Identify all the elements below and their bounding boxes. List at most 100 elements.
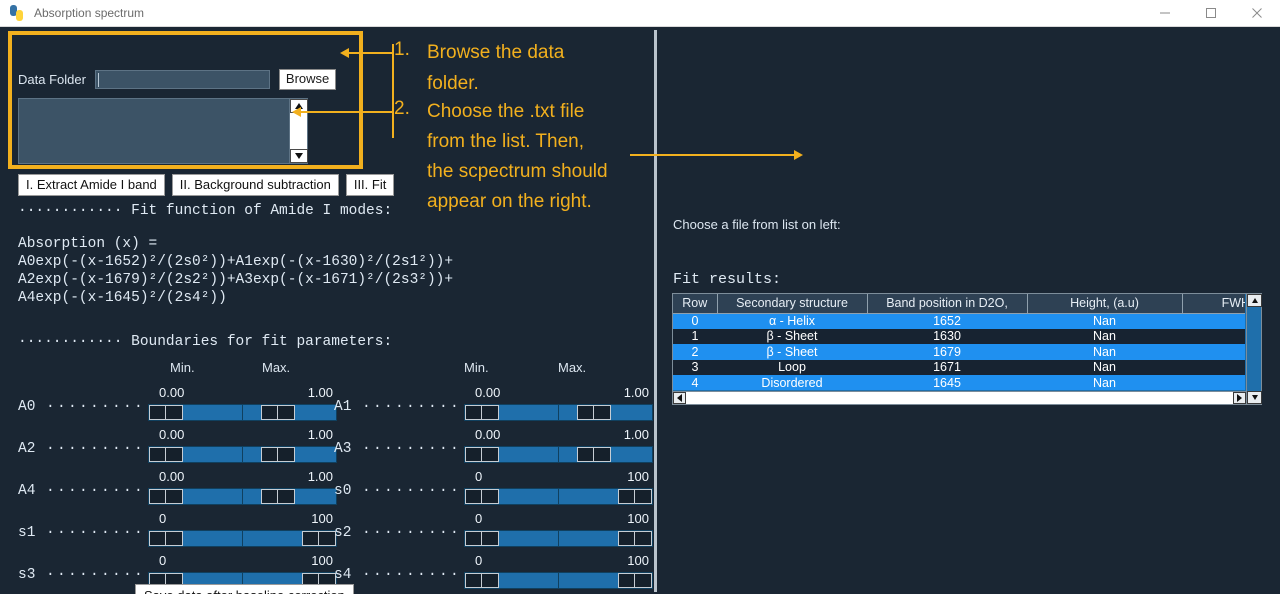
slider-handle-max-A0[interactable] [261,405,295,420]
param-label-s2: s2 [334,525,352,541]
table-cell-band-position: 1645 [867,375,1027,390]
column-header-row[interactable]: Row [673,294,718,314]
column-header-band-position[interactable]: Band position in D2O, [867,294,1028,314]
slider-handle-max-A1[interactable] [577,405,611,420]
table-vertical-scrollbar[interactable] [1246,294,1262,404]
param-label-A4: A4 [18,483,36,499]
slider-track-min-A3[interactable] [464,446,559,463]
table-scroll-right-icon[interactable] [1233,392,1246,404]
max-header-left: Max. [262,360,291,375]
table-body: 0α - Helix1652NanNan1β - Sheet1630NanNan… [673,313,1245,390]
slider-value-max-s0: 100 [627,469,649,484]
tab-fit[interactable]: III. Fit [345,174,395,196]
fit-results-heading: Fit results: [673,271,782,288]
slider-handle-min-A0[interactable] [149,405,183,420]
slider-handle-max-s2[interactable] [618,531,652,546]
slider-value-min-s1: 0 [159,511,167,526]
close-icon[interactable] [1234,0,1280,26]
right-panel: Choose a file from list on left: Fit res… [658,27,1280,594]
slider-track-max-A1[interactable] [558,404,653,421]
panel-divider [654,30,657,592]
slider-handle-min-s0[interactable] [465,489,499,504]
table-scroll-up-icon[interactable] [1247,294,1262,307]
slider-track-max-A2[interactable] [242,446,337,463]
tab-background-subtraction[interactable]: II. Background subtraction [171,174,339,196]
slider-handle-max-s1[interactable] [302,531,336,546]
data-folder-input[interactable] [94,70,270,89]
file-list[interactable] [19,99,288,163]
table-cell-row-index: 3 [673,359,717,375]
slider-handle-max-A3[interactable] [577,447,611,462]
table-row[interactable]: 0α - Helix1652NanNan [673,313,1245,329]
scroll-down-icon[interactable] [290,149,308,163]
table-scroll-down-icon[interactable] [1247,391,1262,404]
table-cell-band-position: 1679 [867,344,1027,360]
slider-handle-min-s4[interactable] [465,573,499,588]
slider-handle-min-A1[interactable] [465,405,499,420]
slider-track-max-s0[interactable] [558,488,653,505]
slider-track-min-A4[interactable] [148,488,243,505]
table-row[interactable]: 2β - Sheet1679NanNan [673,344,1245,360]
slider-handle-max-A4[interactable] [261,489,295,504]
slider-handle-min-s1[interactable] [149,531,183,546]
tab-extract-amide-i-band[interactable]: I. Extract Amide I band [18,174,165,196]
table-cell-fwhm: Nan [1182,375,1245,390]
window-controls [1142,0,1280,26]
slider-track-max-s4[interactable] [558,572,653,589]
column-header-secondary-structure[interactable]: Secondary structure [717,294,868,314]
param-label-A2: A2 [18,441,36,457]
column-header-height[interactable]: Height, (a.u) [1027,294,1183,314]
slider-track-max-A3[interactable] [558,446,653,463]
slider-value-min-A2: 0.00 [159,427,185,442]
slider-handle-max-s0[interactable] [618,489,652,504]
slider-handle-min-s2[interactable] [465,531,499,546]
table-cell-row-index: 0 [673,313,717,329]
file-list-scrollbar[interactable] [289,99,308,163]
slider-track-min-s0[interactable] [464,488,559,505]
table-cell-secondary-structure: α - Helix [717,313,867,329]
slider-track-min-s2[interactable] [464,530,559,547]
slider-track-min-A2[interactable] [148,446,243,463]
slider-track-max-A4[interactable] [242,488,337,505]
slider-track-min-s1[interactable] [148,530,243,547]
table-cell-fwhm: Nan [1182,344,1245,360]
table-cell-height: Nan [1027,359,1182,375]
python-logo-icon [9,5,25,21]
table-row[interactable]: 4Disordered1645NanNan [673,375,1245,390]
slider-track-max-A0[interactable] [242,404,337,421]
table-row[interactable]: 3Loop1671NanNan [673,359,1245,375]
boundaries-heading: ············ Boundaries for fit paramete… [18,334,393,350]
table-cell-band-position: 1630 [867,328,1027,344]
table-row[interactable]: 1β - Sheet1630NanNan [673,328,1245,344]
column-header-fwhm[interactable]: FWHM, cm-¹ [1182,294,1245,314]
min-header-left: Min. [170,360,195,375]
scroll-up-icon[interactable] [290,99,308,113]
table-cell-row-index: 4 [673,375,717,390]
slider-track-min-A0[interactable] [148,404,243,421]
maximize-icon[interactable] [1188,0,1234,26]
table-horizontal-scrollbar[interactable] [673,391,1246,404]
save-data-button[interactable]: Save data after baseline correction [135,584,354,594]
table-scroll-left-icon[interactable] [673,392,686,404]
fit-function-heading: ············ Fit function of Amide I mod… [18,203,393,219]
table-cell-row-index: 1 [673,328,717,344]
slider-track-max-s2[interactable] [558,530,653,547]
minimize-icon[interactable] [1142,0,1188,26]
max-header-right: Max. [558,360,587,375]
slider-track-min-s4[interactable] [464,572,559,589]
slider-handle-max-s4[interactable] [618,573,652,588]
table-cell-fwhm: Nan [1182,328,1245,344]
table-cell-band-position: 1671 [867,359,1027,375]
title-bar: Absorption spectrum [0,0,1280,27]
slider-handle-min-A3[interactable] [465,447,499,462]
slider-handle-min-A2[interactable] [149,447,183,462]
slider-track-max-s1[interactable] [242,530,337,547]
slider-handle-max-A2[interactable] [261,447,295,462]
slider-track-min-A1[interactable] [464,404,559,421]
browse-button[interactable]: Browse [278,69,337,90]
fit-results-table-container: Row Secondary structure Band position in… [672,293,1262,405]
file-list-box[interactable] [18,98,308,164]
slider-handle-min-A4[interactable] [149,489,183,504]
table-cell-height: Nan [1027,344,1182,360]
slider-value-max-A4: 1.00 [307,469,333,484]
